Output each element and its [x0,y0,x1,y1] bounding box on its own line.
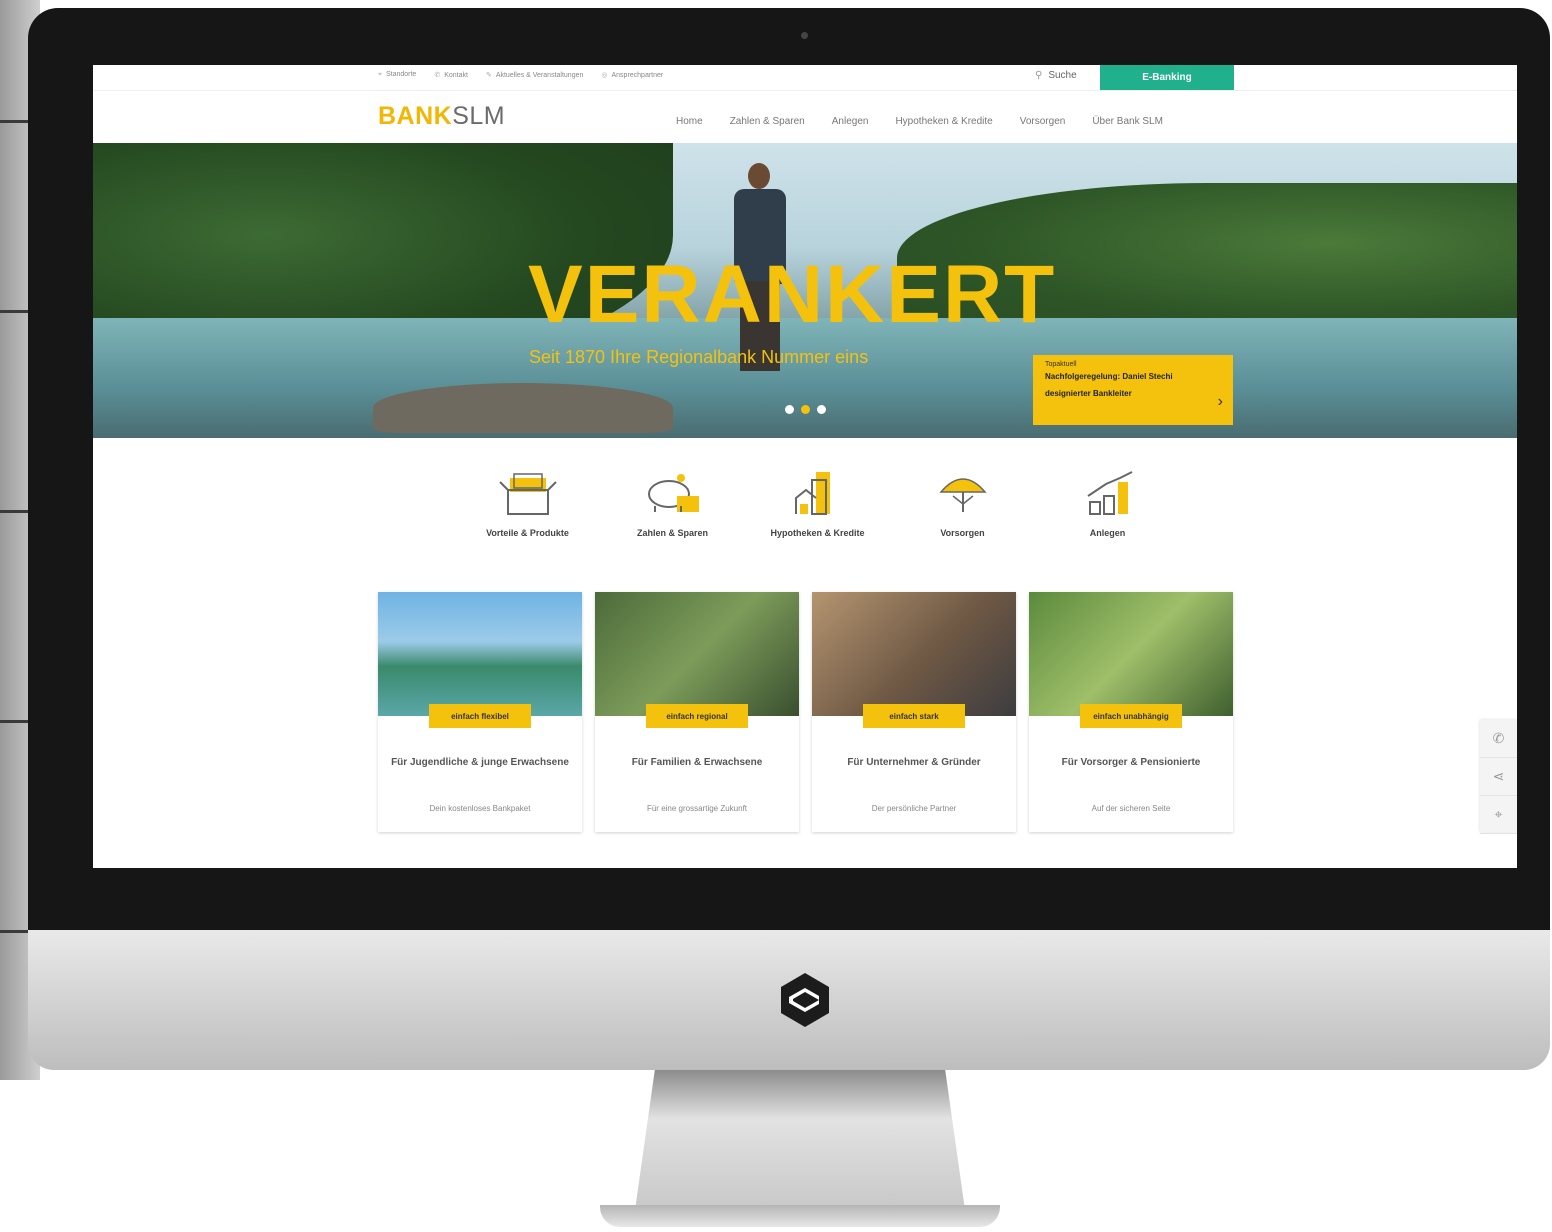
target-group-cards: einfach flexibel Für Jugendliche & junge… [378,592,1233,832]
umbrella-icon [938,478,987,512]
share-icon[interactable]: ⋖ [1480,758,1517,796]
hero-title: VERANKERT [528,249,1057,340]
card-subtitle: Für eine grossartige Zukunft [646,804,748,813]
utility-link-locations[interactable]: ⌖ Standorte [378,71,416,79]
category-hypotheken-kredite[interactable]: Hypotheken & Kredite [745,470,890,538]
card-jugendliche[interactable]: einfach flexibel Für Jugendliche & junge… [378,592,582,832]
globe-icon: ◎ [601,72,608,79]
piggy-bank-icon [647,474,699,512]
card-title: Für Vorsorger & Pensionierte [1061,757,1201,768]
utility-bar: ⌖ Standorte ✆ Kontakt ✎ Aktuelles & Veranst… [93,65,1517,91]
buildings-icon [794,472,830,515]
camera-dot [801,32,808,39]
utility-link-contacts[interactable]: ◎ Ansprechpartner [601,71,663,79]
ebanking-button[interactable]: E-Banking [1100,65,1234,90]
main-header: BANKSLM Home Zahlen & Sparen Anlegen Hyp… [93,90,1517,143]
phone-icon[interactable]: ✆ [1480,720,1517,758]
card-unternehmer[interactable]: einfach stark Für Unternehmer & Gründer … [812,592,1016,832]
growth-chart-icon [1086,471,1132,515]
card-subtitle: Auf der sicheren Seite [1091,804,1171,813]
browser-screen: ⌖ Standorte ✆ Kontakt ✎ Aktuelles & Veranst… [93,65,1517,868]
card-familien[interactable]: einfach regional Für Familien & Erwachse… [595,592,799,832]
main-nav: Home Zahlen & Sparen Anlegen Hypotheken … [676,116,1163,127]
card-tag: einfach regional [646,704,748,728]
brand-logo-icon [781,973,829,1027]
card-title: Für Jugendliche & junge Erwachsene [391,757,569,768]
search-icon: ⚲ [1035,70,1043,81]
phone-icon: ✆ [434,72,441,79]
card-subtitle: Der persönliche Partner [871,804,957,813]
search-button[interactable]: ⚲ Suche [1035,70,1077,81]
teaser-label: Topaktuell [1045,361,1077,368]
hero-slider: VERANKERT Seit 1870 Ihre Regionalbank Nu… [93,143,1517,438]
slider-dot-2[interactable] [801,405,810,414]
utility-link-news[interactable]: ✎ Aktuelles & Veranstaltungen [486,71,583,79]
card-image [378,592,582,716]
card-image [1029,592,1233,716]
utility-link-contact[interactable]: ✆ Kontakt [434,71,468,79]
teaser-text: Nachfolgeregelung: Daniel Stechi designi… [1045,372,1173,398]
nav-item-vorsorgen[interactable]: Vorsorgen [1020,116,1066,127]
card-tag: einfach stark [863,704,965,728]
category-vorteile-produkte[interactable]: Vorteile & Produkte [455,470,600,538]
hero-image-rock [373,383,673,433]
monitor-stand [635,1070,965,1210]
location-pin-icon: ⌖ [378,71,382,78]
pen-icon: ✎ [485,72,492,79]
card-image [595,592,799,716]
hero-subtitle: Seit 1870 Ihre Regionalbank Nummer eins [529,347,869,367]
nav-item-ueber[interactable]: Über Bank SLM [1092,116,1163,127]
card-tag: einfach flexibel [429,704,531,728]
card-title: Für Familien & Erwachsene [631,757,763,768]
category-links: Vorteile & Produkte Zahlen & Sparen Hypo… [455,470,1180,538]
nav-item-anlegen[interactable]: Anlegen [832,116,869,127]
card-tag: einfach unabhängig [1080,704,1182,728]
category-zahlen-sparen[interactable]: Zahlen & Sparen [600,470,745,538]
box-products-icon [498,473,557,515]
category-anlegen[interactable]: Anlegen [1035,470,1180,538]
side-toolbar: ✆ ⋖ ⌖ [1480,720,1517,834]
nav-item-home[interactable]: Home [676,116,703,127]
nav-item-zahlen-sparen[interactable]: Zahlen & Sparen [730,116,805,127]
utility-links: ⌖ Standorte ✆ Kontakt ✎ Aktuelles & Veranst… [378,71,663,79]
slider-dot-3[interactable] [817,405,826,414]
site-logo[interactable]: BANKSLM [378,102,505,131]
slider-dots [785,405,826,414]
card-image [812,592,1016,716]
nav-item-hypotheken[interactable]: Hypotheken & Kredite [895,116,992,127]
location-pin-icon[interactable]: ⌖ [1480,796,1517,834]
card-title: Für Unternehmer & Gründer [847,757,981,768]
category-vorsorgen[interactable]: Vorsorgen [890,470,1035,538]
card-vorsorger[interactable]: einfach unabhängig Für Vorsorger & Pensi… [1029,592,1233,832]
chevron-right-icon: › [1217,393,1223,410]
news-teaser[interactable]: Topaktuell Nachfolgeregelung: Daniel Ste… [1033,355,1233,425]
slider-dot-1[interactable] [785,405,794,414]
monitor-base [600,1205,1000,1227]
card-subtitle: Dein kostenloses Bankpaket [429,804,531,813]
